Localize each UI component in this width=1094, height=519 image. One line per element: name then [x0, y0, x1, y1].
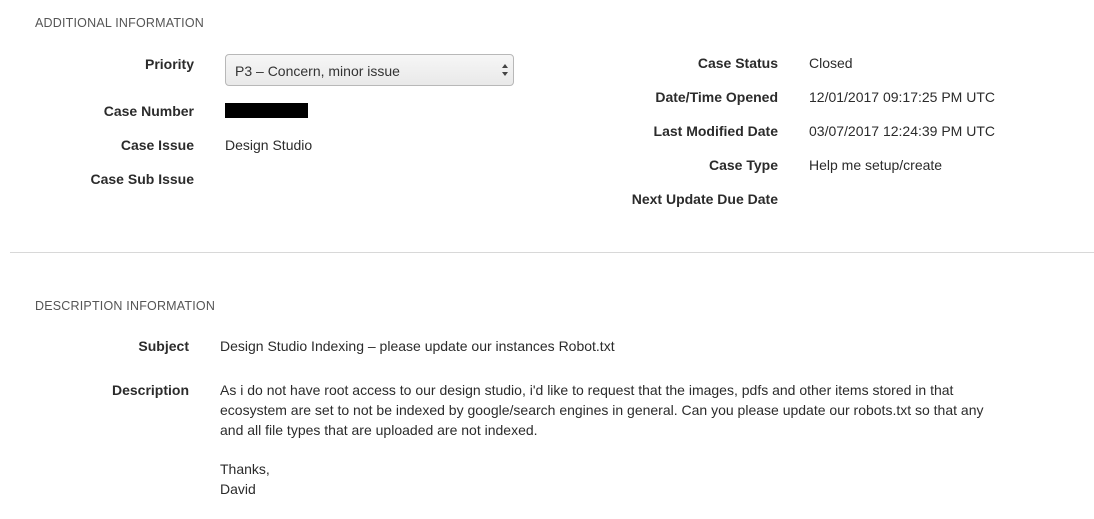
- priority-select-value: P3 – Concern, minor issue: [235, 63, 400, 79]
- last-modified-label: Last Modified Date: [653, 123, 778, 139]
- description-value: As i do not have root access to our desi…: [220, 380, 1010, 499]
- case-sub-issue-label: Case Sub Issue: [90, 171, 195, 187]
- case-status-value: Closed: [809, 55, 853, 71]
- case-number-redacted: [225, 103, 308, 118]
- case-type-label: Case Type: [709, 157, 778, 173]
- description-label: Description: [111, 382, 189, 398]
- section-divider: [10, 252, 1094, 253]
- next-update-due-label: Next Update Due Date: [631, 191, 778, 207]
- case-issue-value: Design Studio: [225, 137, 313, 153]
- date-opened-value: 12/01/2017 09:17:25 PM UTC: [809, 89, 996, 105]
- subject-value: Design Studio Indexing – please update o…: [220, 338, 615, 354]
- subject-label: Subject: [138, 338, 189, 354]
- description-information-heading: DESCRIPTION INFORMATION: [35, 299, 216, 313]
- description-paragraph: As i do not have root access to our desi…: [220, 382, 984, 438]
- case-status-label: Case Status: [697, 55, 778, 71]
- priority-select[interactable]: P3 – Concern, minor issue: [225, 54, 514, 86]
- select-arrows-icon: [502, 64, 508, 76]
- date-opened-label: Date/Time Opened: [655, 89, 778, 105]
- last-modified-value: 03/07/2017 12:24:39 PM UTC: [809, 123, 996, 139]
- priority-label: Priority: [144, 56, 194, 72]
- additional-information-heading: ADDITIONAL INFORMATION: [35, 16, 204, 30]
- case-number-label: Case Number: [103, 103, 194, 119]
- description-closing: Thanks,: [220, 461, 270, 477]
- case-issue-label: Case Issue: [120, 137, 194, 153]
- description-signature: David: [220, 481, 256, 497]
- case-type-value: Help me setup/create: [809, 157, 943, 173]
